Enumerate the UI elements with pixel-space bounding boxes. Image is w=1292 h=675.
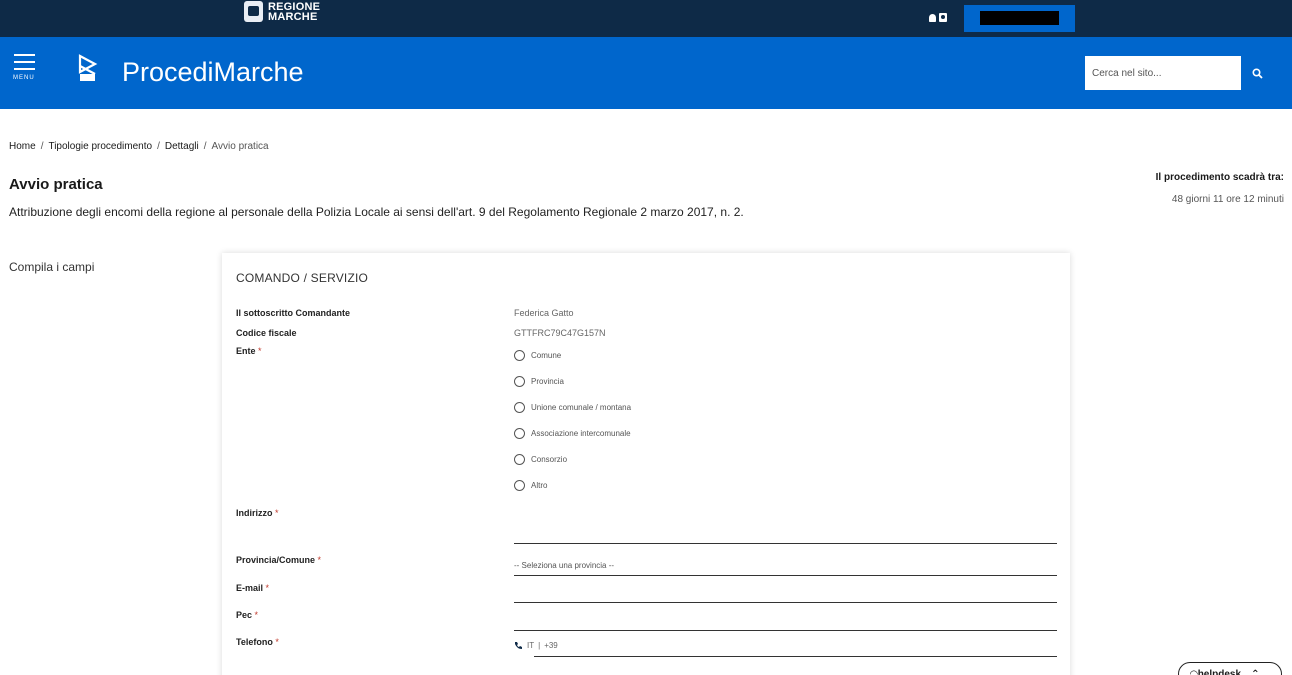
- helpdesk-label: helpdesk: [1197, 668, 1242, 675]
- site-header: MENU ProcediMarche: [0, 37, 1292, 109]
- radio-icon: [514, 376, 525, 387]
- codice-fiscale-label: Codice fiscale: [236, 328, 297, 338]
- ente-label: Ente *: [236, 346, 262, 356]
- search-input[interactable]: [1085, 56, 1241, 90]
- radio-icon: [514, 350, 525, 361]
- codice-fiscale-value: GTTFRC79C47G157N: [514, 328, 606, 338]
- ente-option-unione[interactable]: Unione comunale / montana: [514, 402, 631, 413]
- compile-fields-label: Compila i campi: [9, 260, 95, 274]
- indirizzo-input[interactable]: [514, 543, 1057, 544]
- user-card-icon[interactable]: [939, 13, 947, 22]
- site-title[interactable]: ProcediMarche: [122, 56, 304, 88]
- search-icon: [1252, 67, 1263, 79]
- breadcrumb: Home / Tipologie procedimento / Dettagli / Avv…: [9, 141, 269, 152]
- form-card: COMANDO / SERVIZIO Il sottoscritto Coman…: [222, 253, 1070, 675]
- menu-button[interactable]: MENU: [12, 54, 40, 94]
- ente-option-provincia[interactable]: Provincia: [514, 376, 564, 387]
- radio-icon: [514, 480, 525, 491]
- page-title: Avvio pratica: [9, 176, 103, 193]
- procedimarche-logo-icon[interactable]: [77, 54, 98, 84]
- search-bar: [1085, 56, 1274, 90]
- pec-input[interactable]: [514, 630, 1057, 631]
- notification-bell-icon[interactable]: [929, 13, 936, 22]
- sottoscritto-value: Federica Gatto: [514, 308, 574, 318]
- pec-label: Pec *: [236, 610, 259, 620]
- chevron-up-icon: ⌃: [1251, 668, 1260, 675]
- regione-emblem-icon: [244, 1, 263, 22]
- region-name-line1: REGIONE: [268, 0, 321, 13]
- ente-option-altro[interactable]: Altro: [514, 480, 547, 491]
- breadcrumb-tipologie[interactable]: Tipologie procedimento: [48, 141, 152, 152]
- email-label: E-mail *: [236, 583, 270, 593]
- phone-country-code: IT: [527, 641, 535, 650]
- radio-icon: [514, 454, 525, 465]
- email-input[interactable]: [514, 602, 1057, 603]
- deadline-value: 48 giorni 11 ore 12 minuti: [1171, 194, 1284, 205]
- top-bar: REGIONE MARCHE: [0, 0, 1292, 37]
- sottoscritto-label: Il sottoscritto Comandante: [236, 308, 351, 318]
- menu-label: MENU: [13, 75, 35, 81]
- helpdesk-icon: ◠: [1190, 668, 1198, 675]
- breadcrumb-home[interactable]: Home: [9, 141, 36, 152]
- phone-icon: [515, 642, 522, 649]
- helpdesk-button[interactable]: ◠helpdesk ⌃: [1178, 662, 1282, 675]
- regione-marche-logo[interactable]: REGIONE MARCHE: [244, 1, 320, 22]
- region-name-line2: MARCHE: [268, 10, 318, 23]
- breadcrumb-current: Avvio pratica: [211, 141, 269, 152]
- user-account-button[interactable]: [964, 5, 1075, 32]
- radio-icon: [514, 402, 525, 413]
- provincia-select[interactable]: -- Seleziona una provincia --: [514, 561, 614, 570]
- telefono-label: Telefono *: [236, 637, 279, 647]
- provincia-comune-label: Provincia/Comune *: [236, 555, 322, 565]
- breadcrumb-dettagli[interactable]: Dettagli: [165, 141, 199, 152]
- ente-option-consorzio[interactable]: Consorzio: [514, 454, 567, 465]
- deadline-label: Il procedimento scadrà tra:: [1155, 172, 1284, 183]
- phone-country-selector[interactable]: IT | +39: [514, 641, 558, 650]
- section-title: COMANDO / SERVIZIO: [236, 271, 369, 285]
- radio-icon: [514, 428, 525, 439]
- ente-option-comune[interactable]: Comune: [514, 350, 561, 361]
- page-description: Attribuzione degli encomi della regione …: [9, 205, 744, 219]
- phone-prefix: +39: [544, 641, 558, 650]
- redacted-user-name: [980, 11, 1059, 25]
- search-button[interactable]: [1241, 56, 1274, 90]
- ente-option-associazione[interactable]: Associazione intercomunale: [514, 428, 631, 439]
- telefono-input[interactable]: [534, 656, 1057, 657]
- hamburger-icon: [14, 54, 35, 56]
- provincia-select-underline[interactable]: [514, 575, 1057, 576]
- indirizzo-label: Indirizzo *: [236, 508, 279, 518]
